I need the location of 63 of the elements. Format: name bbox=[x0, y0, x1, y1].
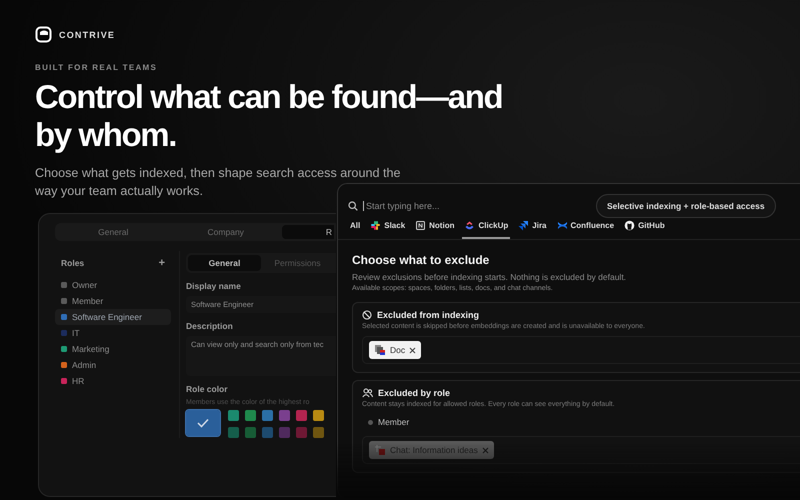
slack-icon bbox=[370, 220, 382, 231]
color-swatch[interactable] bbox=[279, 427, 290, 438]
color-swatch[interactable] bbox=[296, 427, 307, 438]
source-tab[interactable]: Slack bbox=[368, 220, 408, 239]
color-swatch[interactable] bbox=[313, 427, 324, 438]
role-item[interactable]: Admin bbox=[55, 357, 171, 373]
people-icon bbox=[362, 388, 373, 398]
settings-tab[interactable]: R bbox=[282, 225, 334, 239]
logo-icon bbox=[35, 26, 52, 43]
color-swatch[interactable] bbox=[262, 410, 273, 421]
role-item[interactable]: HR bbox=[55, 373, 171, 389]
jira-icon bbox=[518, 220, 530, 231]
source-tab[interactable]: ClickUp bbox=[462, 220, 510, 239]
role-dot bbox=[368, 420, 373, 424]
tag-select-field[interactable]: Doc bbox=[362, 336, 800, 364]
subtab[interactable]: General bbox=[188, 255, 261, 271]
color-swatch[interactable] bbox=[279, 410, 290, 421]
source-tab[interactable]: Jira bbox=[516, 220, 548, 239]
role-item[interactable]: Software Engineer bbox=[55, 309, 171, 325]
role-row[interactable]: Member bbox=[362, 414, 800, 430]
blocked-icon bbox=[362, 310, 372, 320]
brand-name: CONTRIVE bbox=[59, 30, 116, 40]
source-tab[interactable]: GitHub bbox=[622, 220, 667, 239]
roles-title: Roles bbox=[61, 258, 84, 268]
description-text: Review exclusions before indexing starts. Nothing is excluded by default. bbox=[352, 272, 628, 282]
source-tab[interactable]: Confluence bbox=[554, 220, 616, 239]
headline: Control what can be found—and by whom. bbox=[35, 78, 504, 154]
color-swatch[interactable] bbox=[228, 410, 239, 421]
color-swatch[interactable] bbox=[245, 410, 256, 421]
color-swatch[interactable] bbox=[228, 427, 239, 438]
color-swatch[interactable] bbox=[313, 410, 324, 421]
add-role-button[interactable]: + bbox=[158, 257, 165, 269]
notion-icon bbox=[415, 220, 426, 231]
check-icon bbox=[197, 418, 209, 428]
source-tab[interactable]: Notion bbox=[413, 220, 456, 239]
role-item[interactable]: Member bbox=[55, 293, 171, 309]
confluence-icon bbox=[556, 220, 568, 231]
section-heading: Choose what to exclude bbox=[352, 253, 490, 267]
remove-icon[interactable] bbox=[409, 346, 416, 354]
source-tab[interactable]: All bbox=[348, 220, 362, 239]
feature-badge: Selective indexing + role-based access bbox=[596, 194, 776, 218]
item-icon bbox=[374, 444, 386, 456]
clickup-icon bbox=[464, 220, 476, 231]
field-label: Role color bbox=[186, 384, 229, 394]
role-item[interactable]: Marketing bbox=[55, 341, 171, 357]
card-title: Excluded from indexing bbox=[377, 310, 480, 320]
search-field[interactable]: Start typing here... bbox=[363, 201, 566, 211]
eyebrow-text: BUILT FOR REAL TEAMS bbox=[35, 63, 158, 72]
tag-label: Doc bbox=[390, 345, 406, 355]
github-icon bbox=[624, 220, 636, 231]
color-swatch[interactable] bbox=[245, 427, 256, 438]
role-item[interactable]: Owner bbox=[55, 277, 171, 293]
field-label: Display name bbox=[186, 281, 242, 291]
color-swatch[interactable] bbox=[262, 427, 273, 438]
item-icon bbox=[374, 344, 386, 356]
role-item[interactable]: IT bbox=[55, 325, 171, 341]
color-swatch[interactable] bbox=[186, 410, 220, 436]
color-swatch[interactable] bbox=[296, 410, 307, 421]
card-title: Excluded by role bbox=[378, 388, 450, 398]
role-name: Member bbox=[378, 417, 410, 427]
search-icon bbox=[348, 201, 358, 211]
subtitle: Choose what gets indexed, then shape search access around the way your team actually works. bbox=[35, 165, 402, 200]
field-label: Description bbox=[186, 321, 234, 331]
